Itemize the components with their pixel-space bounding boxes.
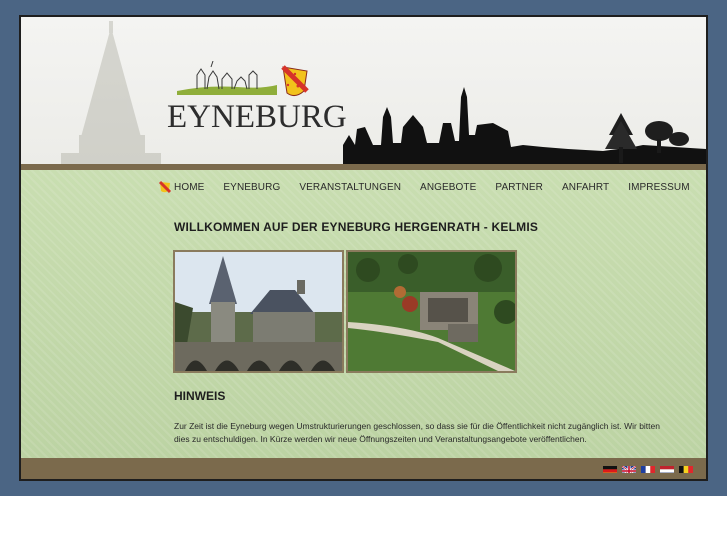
nav-angebote[interactable]: ANGEBOTE — [420, 182, 476, 193]
de-flag-icon[interactable] — [603, 463, 617, 473]
notice-line-2: dies zu entschuldigen. In Kürze werden w… — [174, 434, 587, 444]
nl-flag-icon[interactable] — [660, 463, 674, 473]
logo-wordmark: EYNEBURG — [167, 99, 347, 135]
nav-home-label: HOME — [174, 181, 205, 193]
language-switcher — [603, 463, 698, 473]
notice-line-1: Zur Zeit ist die Eyneburg wegen Umstrukt… — [174, 421, 660, 431]
town-silhouette-graphic — [343, 87, 706, 167]
site-container: EYNEBURG HOME EYNEBURG VERANSTALTUNGEN A… — [19, 15, 708, 481]
notice-text: Zur Zeit ist die Eyneburg wegen Umstrukt… — [174, 420, 694, 446]
castle-photo — [173, 250, 344, 373]
main-nav: HOME EYNEBURG VERANSTALTUNGEN ANGEBOTE P… — [158, 177, 690, 197]
nav-eyneburg[interactable]: EYNEBURG — [223, 182, 280, 193]
nav-home[interactable]: HOME — [158, 180, 204, 194]
logo[interactable]: EYNEBURG — [167, 60, 347, 135]
fr-flag-icon[interactable] — [641, 463, 655, 473]
castle-logo-icon — [177, 60, 309, 97]
page-title: WILLKOMMEN AUF DER EYNEBURG HERGENRATH -… — [174, 220, 539, 234]
be-flag-icon[interactable] — [679, 463, 693, 473]
notice-heading: HINWEIS — [174, 389, 226, 403]
nav-anfahrt[interactable]: ANFAHRT — [562, 182, 609, 193]
nav-partner[interactable]: PARTNER — [495, 182, 543, 193]
coat-of-arms-icon — [158, 180, 172, 194]
aerial-castle-photo — [346, 250, 517, 373]
uk-flag-icon[interactable] — [622, 463, 636, 473]
nav-impressum[interactable]: IMPRESSUM — [628, 182, 689, 193]
nav-veranstaltungen[interactable]: VERANSTALTUNGEN — [299, 182, 401, 193]
